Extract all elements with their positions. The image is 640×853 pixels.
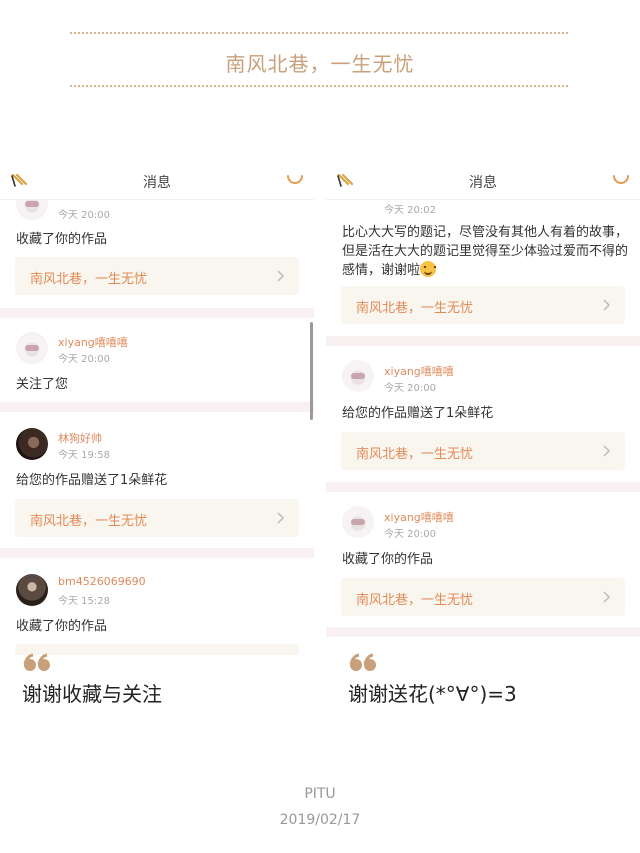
footer-date: 2019/02/17 <box>279 812 361 828</box>
smile-emoji-icon <box>420 261 437 277</box>
message-text-body: 比心大大写的题记，尽管没有其他人有着的故事，但是活在大大的题记里觉得至少体验过爱… <box>342 225 629 278</box>
footer-brand: PITU <box>304 786 336 802</box>
work-card-label: 南风北巷，一生无忧 <box>356 593 474 608</box>
message-time: 今天 20:02 <box>384 205 436 216</box>
banner-title: 南风北巷，一生无忧 <box>225 52 415 76</box>
work-card[interactable] <box>15 644 299 655</box>
chevron-right-icon <box>603 445 611 457</box>
divider <box>0 402 314 412</box>
search-icon[interactable] <box>284 168 306 190</box>
username-link[interactable]: bm4526069690 <box>58 575 146 588</box>
avatar[interactable] <box>16 332 48 364</box>
quote-icon <box>349 653 376 671</box>
banner-top-divider <box>70 32 568 34</box>
divider <box>0 548 314 558</box>
username-link[interactable]: 林狗好帅 <box>58 430 102 446</box>
quote-icon <box>23 653 50 671</box>
message-text: 收藏了你的作品 <box>342 552 434 567</box>
message-text: 收藏了你的作品 <box>16 232 108 247</box>
avatar[interactable] <box>342 360 374 392</box>
work-card[interactable]: 南风北巷，一生无忧 <box>341 286 625 324</box>
chevron-right-icon <box>603 591 611 603</box>
right-panel-title: 消息 <box>469 175 497 191</box>
work-card-label: 南风北巷，一生无忧 <box>356 447 474 462</box>
avatar[interactable] <box>16 574 48 606</box>
message-text: 关注了您 <box>16 377 69 392</box>
work-card-label: 南风北巷，一生无忧 <box>356 301 474 316</box>
message-time: 今天 20:00 <box>58 210 110 221</box>
message-time: 今天 20:00 <box>384 529 436 540</box>
message-time: 今天 20:00 <box>58 354 110 365</box>
divider <box>0 308 314 318</box>
work-card[interactable]: 南风北巷，一生无忧 <box>15 257 299 295</box>
right-message-screenshot: 消息 今天 20:02 比心大大写的题记，尽管没有其他人有着的故事，但是活在大大… <box>326 160 640 655</box>
divider <box>326 482 640 492</box>
left-panel-title: 消息 <box>143 175 171 191</box>
work-card-label: 南风北巷，一生无忧 <box>30 514 148 529</box>
right-panel-header: 消息 <box>326 160 640 200</box>
left-panel-header: 消息 <box>0 160 314 200</box>
message-text: 给您的作品赠送了1朵鲜花 <box>342 406 494 421</box>
message-text: 给您的作品赠送了1朵鲜花 <box>16 473 168 488</box>
caption-right: 谢谢送花(*°∀°)=3 <box>348 682 517 706</box>
work-card[interactable]: 南风北巷，一生无忧 <box>341 578 625 616</box>
username-link[interactable]: xiyang嘻嘻嘻 <box>384 509 454 525</box>
chevron-right-icon <box>603 299 611 311</box>
chevron-right-icon <box>277 512 285 524</box>
work-card[interactable]: 南风北巷，一生无忧 <box>341 432 625 470</box>
username-link[interactable]: xiyang嘻嘻嘻 <box>384 363 454 379</box>
work-card-label: 南风北巷，一生无忧 <box>30 272 148 287</box>
divider <box>326 627 640 637</box>
avatar[interactable] <box>16 428 48 460</box>
chevron-right-icon <box>277 270 285 282</box>
divider <box>326 336 640 346</box>
message-text: 比心大大写的题记，尽管没有其他人有着的故事，但是活在大大的题记里觉得至少体验过爱… <box>342 223 628 280</box>
search-icon[interactable] <box>610 168 632 190</box>
left-message-screenshot: 消息 今天 20:00 收藏了你的作品 南风北巷，一生无忧 xiyang嘻嘻嘻 … <box>0 160 314 655</box>
message-text: 收藏了你的作品 <box>16 619 108 634</box>
message-time: 今天 20:00 <box>384 383 436 394</box>
avatar[interactable] <box>342 506 374 538</box>
username-link[interactable]: xiyang嘻嘻嘻 <box>58 334 128 350</box>
work-card[interactable]: 南风北巷，一生无忧 <box>15 499 299 537</box>
banner-bottom-divider <box>70 85 568 87</box>
message-time: 今天 15:28 <box>58 596 110 607</box>
caption-left: 谢谢收藏与关注 <box>22 682 162 706</box>
message-time: 今天 19:58 <box>58 450 110 461</box>
scrollbar[interactable] <box>310 322 313 420</box>
